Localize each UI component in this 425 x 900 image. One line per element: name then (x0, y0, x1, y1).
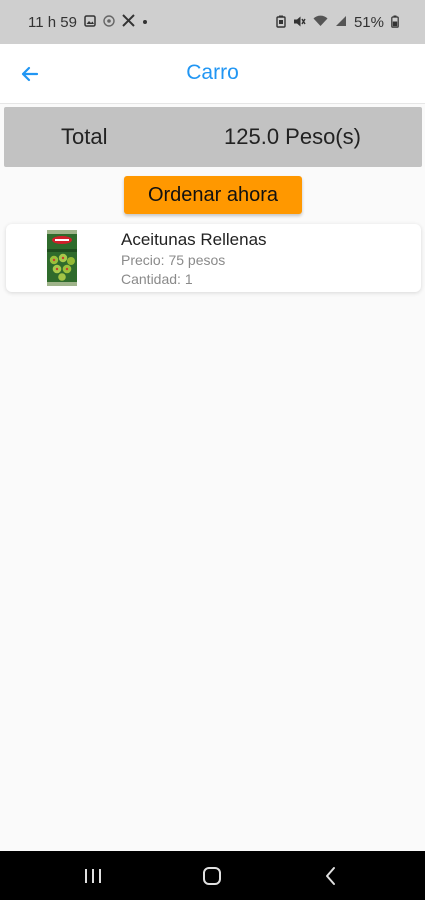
cart-item-card[interactable]: Aceitunas Rellenas Precio: 75 pesos Cant… (6, 224, 421, 292)
recent-apps-icon (85, 869, 101, 883)
home-button[interactable] (197, 863, 227, 889)
home-icon (203, 867, 221, 885)
battery-icon (391, 15, 399, 30)
mute-icon (293, 15, 306, 30)
status-time: 11 h 59 (28, 13, 77, 31)
page-title: Carro (186, 61, 239, 84)
total-label: Total (61, 124, 108, 149)
navigation-bar (0, 851, 425, 900)
app-bar: Carro (0, 44, 425, 104)
x-app-icon (122, 13, 135, 31)
wifi-icon (313, 15, 328, 29)
item-quantity: Cantidad: 1 (121, 271, 193, 287)
dot-icon (142, 17, 148, 28)
status-left: 11 h 59 (28, 14, 148, 31)
battery-percent: 51% (353, 13, 384, 31)
total-value: 125.0 Peso(s) (224, 124, 361, 149)
item-name: Aceitunas Rellenas (121, 230, 267, 249)
item-price: Precio: 75 pesos (121, 252, 226, 268)
gallery-icon (84, 15, 96, 29)
battery-saver-icon (276, 15, 286, 30)
signal-icon (335, 15, 347, 29)
notification-icon (103, 15, 115, 29)
screen: 11 h 59 51% Carro Total 125.0 Peso(s) Or… (0, 0, 425, 900)
back-icon (326, 867, 335, 885)
olive-can-icon (46, 229, 78, 287)
system-back-button[interactable] (316, 863, 346, 889)
status-right: 51% (276, 14, 399, 31)
status-bar: 11 h 59 51% (0, 0, 425, 44)
order-now-button[interactable]: Ordenar ahora (124, 176, 302, 214)
recent-apps-button[interactable] (78, 863, 108, 889)
total-bar: Total 125.0 Peso(s) (4, 107, 422, 167)
